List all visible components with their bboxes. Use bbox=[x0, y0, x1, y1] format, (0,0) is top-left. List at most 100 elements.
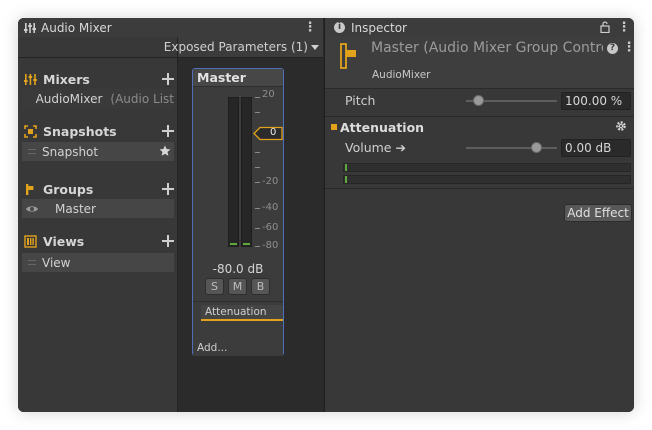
meter-level bbox=[243, 243, 250, 245]
add-mixer-icon[interactable] bbox=[161, 72, 175, 86]
tab-inspector[interactable]: i Inspector bbox=[325, 18, 634, 37]
add-snapshot-icon[interactable] bbox=[161, 124, 175, 138]
scale-tick bbox=[255, 228, 260, 229]
volume-slider-handle[interactable] bbox=[531, 142, 543, 153]
volume-label: Volume ➔ bbox=[345, 140, 406, 155]
scale-tick bbox=[255, 246, 260, 247]
level-meter-left bbox=[228, 97, 239, 247]
attenuation-title: Attenuation bbox=[340, 119, 425, 135]
snapshots-section-header: Snapshots bbox=[24, 122, 117, 140]
mixer-sidebar: Mixers AudioMixer (Audio List Snapshots … bbox=[18, 58, 178, 412]
mixer-menu-icon[interactable]: ⋮ bbox=[303, 20, 317, 35]
scale-tick bbox=[255, 152, 260, 153]
level-meter-right bbox=[241, 97, 252, 247]
mixer-list-item[interactable]: AudioMixer (Audio List bbox=[22, 89, 174, 108]
views-title: Views bbox=[43, 233, 85, 249]
snapshots-title: Snapshots bbox=[43, 123, 117, 139]
mixer-group-icon bbox=[340, 43, 356, 69]
scale-label: -80 bbox=[262, 240, 279, 251]
info-icon: i bbox=[334, 22, 345, 33]
audio-mixer-panel: Audio Mixer ⋮ Exposed Parameters (1) Mix… bbox=[18, 18, 323, 412]
volume-value-field[interactable]: 0.00 dB bbox=[561, 139, 631, 157]
add-view-icon[interactable] bbox=[161, 234, 175, 248]
mixers-icon bbox=[24, 73, 37, 85]
mixers-title: Mixers bbox=[43, 71, 90, 87]
group-item-name: Master bbox=[55, 201, 96, 216]
inspector-header: Master (Audio Mixer Group Controller) ? … bbox=[325, 37, 634, 89]
pitch-slider-handle[interactable] bbox=[473, 95, 485, 106]
inspector-menu-icon[interactable]: ⋮ bbox=[617, 20, 631, 35]
tab-audio-mixer-label: Audio Mixer bbox=[41, 20, 112, 35]
mixer-left-toolbar bbox=[18, 37, 178, 58]
effect-divider bbox=[193, 301, 283, 302]
snapshot-item-name: Snapshot bbox=[42, 144, 99, 159]
mixer-toolbar: Exposed Parameters (1) bbox=[164, 37, 323, 58]
attenuation-effect-slot[interactable]: Attenuation bbox=[201, 305, 283, 321]
strip-title: Master bbox=[193, 69, 283, 87]
views-section-header: Views bbox=[24, 232, 84, 250]
component-menu-icon[interactable]: ⋮ bbox=[622, 40, 635, 55]
groups-section-header: Groups bbox=[24, 180, 93, 198]
fader-value: 0 bbox=[270, 127, 277, 138]
drag-handle-icon[interactable] bbox=[28, 149, 36, 154]
attenuation-foldout[interactable]: Attenuation bbox=[331, 119, 424, 135]
tab-audio-mixer[interactable]: Audio Mixer bbox=[18, 18, 323, 37]
scale-label: -60 bbox=[262, 222, 279, 233]
mixer-item-detail: (Audio List bbox=[110, 91, 174, 106]
section-divider bbox=[325, 116, 634, 117]
scale-label: -40 bbox=[262, 202, 279, 213]
inspector-subtitle: AudioMixer bbox=[372, 69, 431, 81]
snapshots-icon bbox=[24, 124, 37, 138]
views-icon bbox=[24, 234, 37, 248]
mixer-tab-bar: Audio Mixer ⋮ bbox=[18, 18, 323, 37]
scale-label: -20 bbox=[262, 176, 279, 187]
inspector-panel: i Inspector ⋮ Master (Audio Mixer Group … bbox=[324, 18, 634, 412]
exposed-parameters-label: Exposed Parameters (1) bbox=[163, 40, 308, 54]
volume-fader-handle[interactable]: 0 bbox=[253, 126, 283, 141]
drag-handle-icon[interactable] bbox=[28, 260, 36, 265]
scale-tick bbox=[255, 208, 260, 209]
help-icon[interactable]: ? bbox=[607, 43, 618, 54]
add-effect-link[interactable]: Add... bbox=[193, 341, 283, 356]
tab-inspector-label: Inspector bbox=[351, 20, 407, 35]
scale-tick bbox=[255, 167, 260, 168]
group-list-item[interactable]: Master bbox=[22, 199, 174, 218]
gear-icon[interactable] bbox=[615, 120, 627, 132]
meter-level bbox=[345, 176, 347, 183]
view-item-name: View bbox=[42, 255, 71, 270]
exposed-parameters-dropdown[interactable]: Exposed Parameters (1) bbox=[164, 40, 319, 54]
editor-window: Audio Mixer ⋮ Exposed Parameters (1) Mix… bbox=[18, 18, 634, 412]
master-channel-strip[interactable]: Master 20 -20 -40 -60 -80 0 -80.0 dB S M… bbox=[192, 68, 284, 356]
eye-icon[interactable] bbox=[25, 204, 39, 214]
lock-icon[interactable] bbox=[600, 21, 610, 33]
mixer-item-name: AudioMixer bbox=[35, 91, 103, 106]
groups-icon bbox=[26, 183, 34, 195]
section-divider bbox=[325, 188, 634, 189]
meter-level bbox=[230, 243, 237, 245]
mixers-section-header: Mixers bbox=[24, 70, 90, 88]
dropdown-arrow-icon bbox=[311, 45, 319, 50]
add-effect-button[interactable]: Add Effect bbox=[564, 204, 632, 222]
volume-slider-track[interactable] bbox=[466, 147, 557, 149]
pitch-value-field[interactable]: 100.00 % bbox=[561, 92, 631, 110]
meter-level bbox=[345, 164, 347, 171]
groups-title: Groups bbox=[43, 181, 94, 197]
scale-label: 20 bbox=[262, 89, 275, 100]
snapshot-list-item[interactable]: Snapshot bbox=[22, 142, 174, 161]
inspector-title: Master (Audio Mixer Group Controller) bbox=[371, 40, 603, 56]
mute-button[interactable]: M bbox=[228, 278, 247, 295]
pitch-label: Pitch bbox=[345, 93, 376, 108]
scale-tick bbox=[255, 97, 260, 98]
view-list-item[interactable]: View bbox=[22, 253, 174, 272]
scale-tick bbox=[255, 182, 260, 183]
mixer-strips-area: Master 20 -20 -40 -60 -80 0 -80.0 dB S M… bbox=[178, 58, 323, 412]
bypass-button[interactable]: B bbox=[251, 278, 270, 295]
volume-meter-left bbox=[343, 163, 631, 172]
add-group-icon[interactable] bbox=[161, 182, 175, 196]
inspector-tab-bar: i Inspector ⋮ bbox=[325, 18, 634, 37]
star-icon[interactable] bbox=[159, 145, 171, 157]
volume-meter-right bbox=[343, 175, 631, 184]
solo-button[interactable]: S bbox=[205, 278, 224, 295]
scale-tick bbox=[255, 112, 260, 113]
fader-outline-icon bbox=[253, 126, 283, 141]
